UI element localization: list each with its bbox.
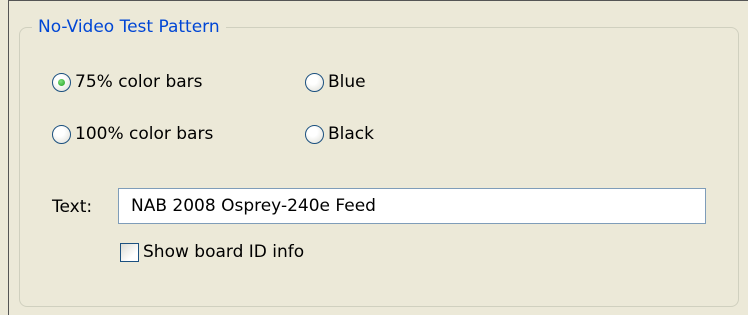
test-pattern-groupbox: [19, 27, 739, 307]
radio-circle-icon: [52, 124, 71, 144]
show-board-id-checkbox[interactable]: Show board ID info: [120, 242, 304, 262]
radio-75-color-bars[interactable]: 75% color bars: [52, 72, 203, 92]
radio-circle-icon: [305, 124, 324, 144]
radio-circle-icon: [305, 72, 324, 92]
text-input[interactable]: [118, 188, 706, 224]
radio-100-color-bars[interactable]: 100% color bars: [52, 124, 213, 144]
radio-blue[interactable]: Blue: [305, 72, 366, 92]
radio-label: Blue: [328, 72, 366, 92]
checkbox-box-icon: [120, 242, 139, 262]
radio-label: Black: [328, 124, 374, 144]
radio-selected-dot-icon: [58, 78, 65, 86]
radio-label: 75% color bars: [75, 72, 203, 92]
group-title: No-Video Test Pattern: [32, 16, 226, 38]
radio-black[interactable]: Black: [305, 124, 374, 144]
radio-circle-icon: [52, 72, 71, 92]
checkbox-label: Show board ID info: [143, 242, 305, 262]
radio-label: 100% color bars: [75, 124, 214, 144]
text-field-label: Text:: [52, 197, 93, 217]
